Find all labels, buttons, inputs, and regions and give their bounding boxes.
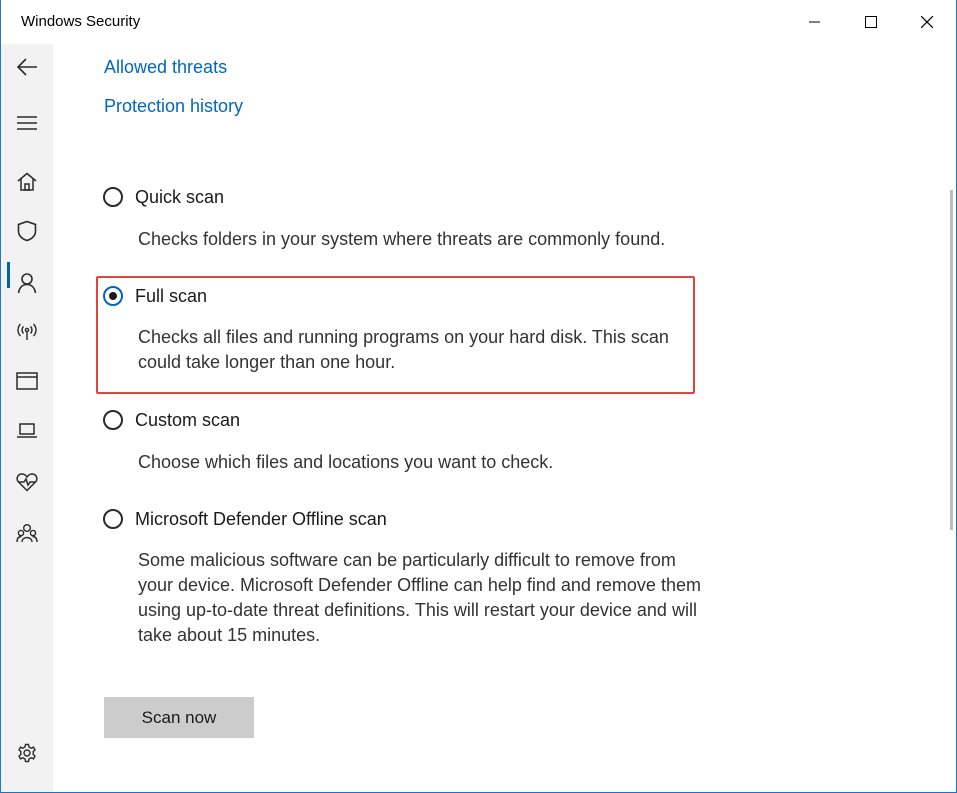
scan-options-content: Allowed threats Protection history Quick… xyxy=(53,44,943,792)
sidebar-item-family-options[interactable] xyxy=(1,513,53,553)
close-button[interactable] xyxy=(899,0,955,44)
full-scan-description: Checks all files and running programs on… xyxy=(138,327,669,372)
back-button[interactable] xyxy=(1,47,53,87)
maximize-icon xyxy=(865,16,877,28)
scan-now-button[interactable]: Scan now xyxy=(104,697,254,738)
menu-icon xyxy=(17,116,37,130)
quick-scan-description: Checks folders in your system where thre… xyxy=(138,229,666,249)
account-icon xyxy=(17,273,37,294)
sidebar-item-account-protection[interactable] xyxy=(1,263,53,303)
sidebar-item-settings[interactable] xyxy=(1,733,53,773)
protection-history-link[interactable]: Protection history xyxy=(104,96,243,117)
custom-scan-option[interactable]: Custom scan xyxy=(103,405,240,435)
firewall-network-icon xyxy=(17,323,37,340)
minimize-icon xyxy=(809,21,820,23)
sidebar xyxy=(1,44,53,792)
app-browser-control-icon xyxy=(16,372,38,390)
quick-scan-option[interactable]: Quick scan xyxy=(103,182,224,212)
vertical-scrollbar[interactable] xyxy=(950,190,953,530)
sidebar-item-virus-protection[interactable] xyxy=(1,211,53,251)
offline-scan-label: Microsoft Defender Offline scan xyxy=(135,508,387,529)
sidebar-item-app-browser-control[interactable] xyxy=(1,361,53,401)
custom-scan-description: Choose which files and locations you wan… xyxy=(138,452,554,472)
quick-scan-label: Quick scan xyxy=(135,186,225,207)
quick-scan-radio[interactable] xyxy=(103,187,123,207)
sidebar-item-device-security[interactable] xyxy=(1,411,53,451)
offline-scan-description: Some malicious software can be particula… xyxy=(138,550,701,645)
full-scan-label: Full scan xyxy=(135,285,208,306)
custom-scan-radio[interactable] xyxy=(103,410,123,430)
title-bar: Windows Security xyxy=(1,0,956,44)
device-security-icon xyxy=(17,423,37,438)
family-options-icon xyxy=(16,524,38,543)
minimize-button[interactable] xyxy=(787,0,843,44)
custom-scan-label: Custom scan xyxy=(135,409,241,430)
shield-icon xyxy=(17,220,37,242)
windows-security-window: Windows Security Allowed threats Protect… xyxy=(1,0,957,793)
close-icon xyxy=(921,16,933,28)
device-health-icon xyxy=(16,473,38,492)
offline-scan-option[interactable]: Microsoft Defender Offline scan xyxy=(103,504,387,534)
full-scan-radio[interactable] xyxy=(103,286,123,306)
full-scan-option[interactable]: Full scan xyxy=(103,281,207,311)
offline-scan-radio[interactable] xyxy=(103,509,123,529)
sidebar-item-firewall[interactable] xyxy=(1,311,53,351)
window-title: Windows Security xyxy=(21,13,141,30)
sidebar-item-home[interactable] xyxy=(1,162,53,202)
allowed-threats-link[interactable]: Allowed threats xyxy=(104,57,227,78)
maximize-button[interactable] xyxy=(843,0,899,44)
back-arrow-icon xyxy=(16,58,37,76)
menu-button[interactable] xyxy=(1,103,53,143)
sidebar-item-device-health[interactable] xyxy=(1,462,53,502)
home-icon xyxy=(17,172,37,191)
settings-icon xyxy=(18,743,36,763)
